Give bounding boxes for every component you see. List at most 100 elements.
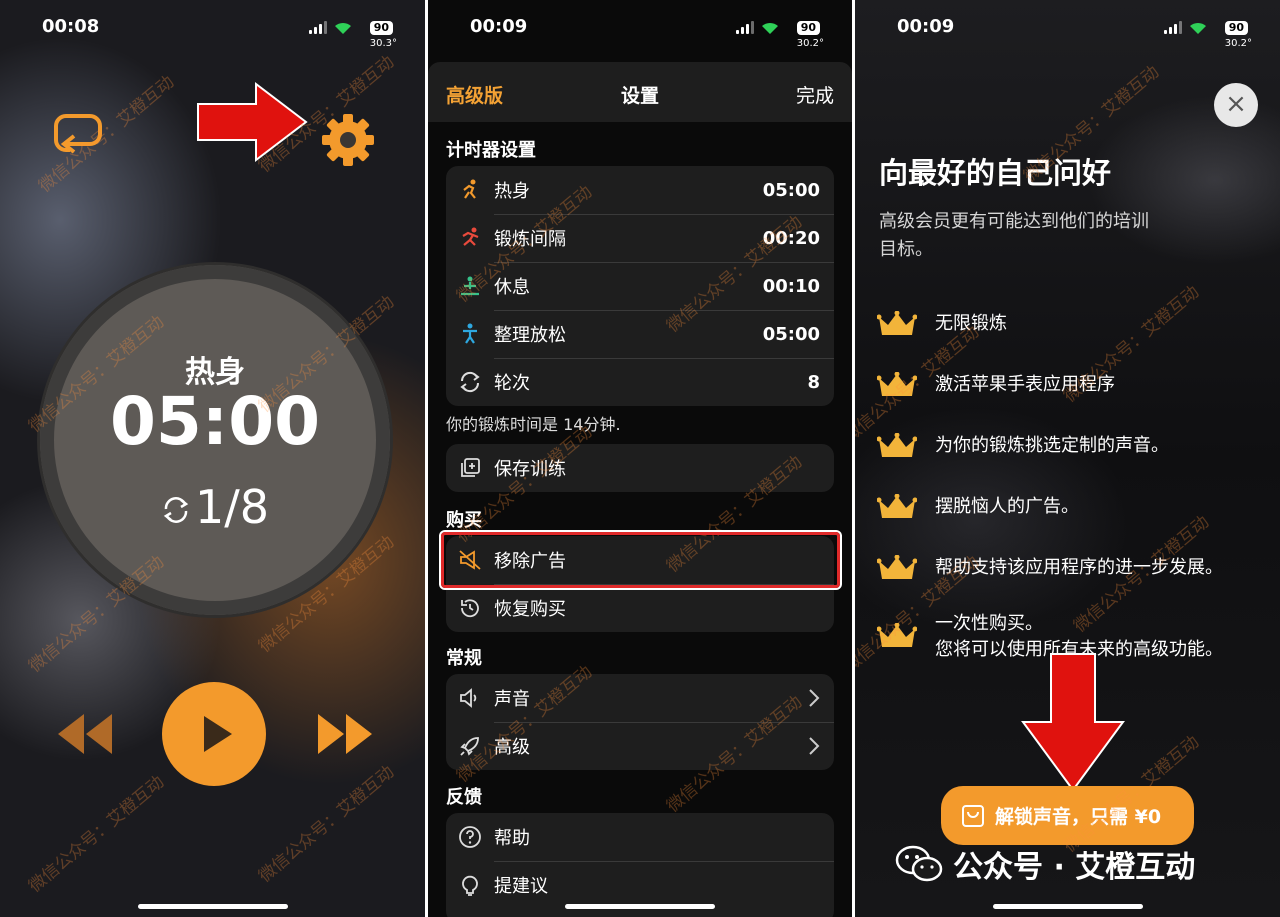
row-label: 声音 [494, 689, 530, 710]
remove-ads-highlight [441, 532, 840, 588]
status-time: 00:08 [42, 16, 100, 37]
battery-level: 90 [796, 21, 820, 35]
row-rounds[interactable]: 轮次 8 [446, 358, 834, 406]
close-button[interactable]: × [1214, 83, 1258, 127]
row-label: 休息 [494, 277, 530, 298]
chevron-right-icon [809, 737, 820, 755]
row-label: 高级 [494, 737, 530, 758]
feature-item: 无限锻炼 [877, 311, 1007, 337]
row-value: 00:20 [762, 227, 820, 249]
settings-screen: 00:09 90 30.2° 高级版 设置 完成 计时器设置 热身 05:00 … [428, 0, 852, 917]
repeat-icon [163, 497, 189, 523]
fast-forward-icon[interactable] [318, 714, 372, 754]
sound-row[interactable]: 声音 [446, 674, 834, 722]
row-cooldown[interactable]: 整理放松 05:00 [446, 310, 834, 358]
settings-header: 高级版 设置 完成 [428, 62, 852, 122]
wifi-icon [762, 22, 778, 34]
speaker-icon [460, 688, 477, 708]
crown-icon [877, 433, 917, 457]
general-group: 声音 高级 [446, 674, 834, 770]
section-general: 常规 [446, 648, 482, 669]
wifi-icon [1190, 22, 1206, 34]
feature-text: 一次性购买。 [935, 613, 1043, 634]
advanced-row[interactable]: 高级 [446, 722, 834, 770]
done-button[interactable]: 完成 [796, 81, 834, 108]
feature-text: 激活苹果手表应用程序 [935, 374, 1115, 395]
unlock-label: 解锁声音，只需 ¥0 [995, 806, 1162, 828]
save-group: 保存训练 [446, 444, 834, 492]
wechat-text: 公众号 · 艾橙互动 [953, 850, 1196, 885]
stretch-icon [463, 323, 477, 344]
crown-icon [877, 623, 917, 647]
feedback-group: 帮助 提建议 [446, 813, 834, 917]
row-interval[interactable]: 锻炼间隔 00:20 [446, 214, 834, 262]
timer-display: 05:00 [109, 383, 321, 460]
battery-level: 90 [369, 21, 393, 35]
sprint-icon [462, 227, 479, 246]
crown-icon [877, 555, 917, 579]
feature-item: 激活苹果手表应用程序 [877, 372, 1115, 398]
row-value: 05:00 [762, 179, 820, 201]
close-icon: × [1225, 89, 1247, 119]
row-label: 恢复购买 [494, 599, 566, 620]
wechat-badge: 公众号 · 艾橙互动 [895, 842, 1195, 886]
signal-icon [309, 21, 327, 34]
home-indicator [992, 904, 1143, 909]
play-icon [204, 716, 232, 752]
round-counter: 1/8 [40, 480, 390, 534]
rewind-icon[interactable] [58, 714, 112, 754]
row-label: 帮助 [494, 828, 530, 849]
bag-icon [962, 804, 984, 827]
restore-clock-icon [461, 599, 479, 618]
suggest-row[interactable]: 提建议 [446, 861, 834, 909]
section-purchase: 购买 [446, 510, 482, 531]
signal-icon [736, 21, 754, 34]
crown-icon [877, 372, 917, 396]
home-indicator [565, 904, 715, 909]
temperature: 30.3° [369, 38, 397, 49]
settings-gear-icon[interactable] [320, 112, 376, 168]
row-value: 00:10 [762, 275, 820, 297]
row-label: 热身 [494, 181, 530, 202]
row-rest[interactable]: 休息 00:10 [446, 262, 834, 310]
help-icon [459, 826, 481, 848]
row-label: 锻炼间隔 [494, 229, 566, 250]
repeat-icon [460, 371, 480, 393]
battery-level: 90 [1224, 21, 1248, 35]
status-bar: 00:08 90 30.3° [0, 16, 425, 49]
save-plus-icon [461, 458, 480, 477]
temperature: 30.2° [796, 38, 824, 49]
timer-dial: 热身 05:00 1/8 [40, 265, 390, 615]
row-label: 整理放松 [494, 325, 566, 346]
unlock-sound-button[interactable]: 解锁声音，只需 ¥0 [941, 786, 1194, 845]
save-workout-button[interactable]: 保存训练 [446, 444, 834, 492]
feature-text: 摆脱恼人的广告。 [935, 496, 1079, 517]
row-warmup[interactable]: 热身 05:00 [446, 166, 834, 214]
crown-icon [877, 311, 917, 335]
home-indicator [137, 904, 288, 909]
row-value: 05:00 [762, 323, 820, 345]
wifi-icon [335, 22, 351, 34]
temperature: 30.2° [1224, 38, 1252, 49]
status-time: 00:09 [897, 16, 955, 37]
status-bar: 00:09 90 30.2° [428, 16, 852, 49]
reset-icon[interactable] [52, 110, 104, 162]
play-button[interactable] [162, 682, 266, 786]
timer-screen: 00:08 90 30.3° 热身 05:00 1/8 微信公众号：艾橙互动 微… [0, 0, 425, 917]
help-row[interactable]: 帮助 [446, 813, 834, 861]
timer-settings-group: 热身 05:00 锻炼间隔 00:20 休息 00:10 整理放松 05:00 … [446, 166, 834, 406]
premium-title: 向最好的自己问好 [879, 156, 1112, 190]
watermark: 微信公众号：艾橙互动 [25, 772, 169, 897]
restore-purchase-button[interactable]: 恢复购买 [446, 584, 834, 632]
section-timer-settings: 计时器设置 [446, 140, 536, 161]
workout-duration-note: 你的锻炼时间是 14分钟. [446, 415, 621, 434]
premium-screen: 00:09 90 30.2° × 向最好的自己问好 高级会员更有可能达到他们的培… [855, 0, 1280, 917]
row-label: 轮次 [494, 373, 530, 394]
rocket-icon [460, 737, 479, 756]
signal-icon [1164, 21, 1182, 34]
red-arrow-down-icon [1021, 653, 1125, 792]
lightbulb-icon [462, 875, 478, 896]
premium-subtitle: 高级会员更有可能达到他们的培训目标。 [879, 211, 1149, 260]
watermark: 微信公众号：艾橙互动 [255, 762, 399, 887]
crown-icon [877, 494, 917, 518]
